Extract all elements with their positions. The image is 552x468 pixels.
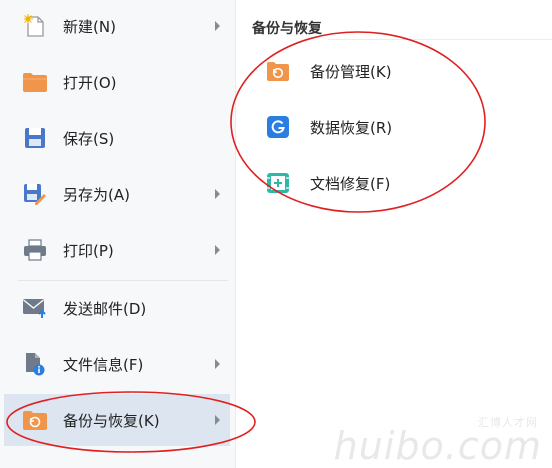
save-icon	[22, 125, 48, 151]
submenu-arrow-icon	[215, 189, 220, 199]
backup-folder-icon	[22, 407, 48, 433]
folder-open-icon	[22, 69, 48, 95]
menu-item-label: 打开(O)	[63, 73, 117, 92]
file-info-icon	[22, 351, 48, 377]
doc-repair-icon	[266, 171, 290, 195]
email-icon	[22, 295, 48, 321]
menu-item-backup-restore[interactable]: 备份与恢复(K)	[4, 394, 230, 446]
submenu-arrow-icon	[215, 415, 220, 425]
menu-item-print[interactable]: 打印(P)	[4, 224, 230, 276]
panel-title: 备份与恢复	[252, 21, 322, 37]
submenu-item-doc-repair[interactable]: 文档修复(F)	[266, 163, 486, 203]
menu-item-open[interactable]: 打开(O)	[4, 56, 230, 108]
backup-manage-icon	[266, 59, 290, 83]
menu-item-save-as[interactable]: 另存为(A)	[4, 168, 230, 220]
submenu-item-label: 备份管理(K)	[310, 62, 392, 81]
menu-item-new[interactable]: 新建(N)	[4, 0, 230, 52]
panel-title-divider	[328, 39, 552, 40]
submenu-item-backup-manage[interactable]: 备份管理(K)	[266, 51, 486, 91]
submenu-arrow-icon	[215, 245, 220, 255]
menu-divider	[18, 280, 228, 281]
menu-item-save[interactable]: 保存(S)	[4, 112, 230, 164]
submenu-arrow-icon	[215, 21, 220, 31]
data-recovery-icon	[266, 115, 290, 139]
submenu-arrow-icon	[215, 359, 220, 369]
menu-item-label: 文件信息(F)	[63, 355, 144, 374]
menu-item-send-email[interactable]: 发送邮件(D)	[4, 282, 230, 334]
menu-item-file-info[interactable]: 文件信息(F)	[4, 338, 230, 390]
menu-item-label: 打印(P)	[63, 241, 114, 260]
save-as-icon	[22, 181, 48, 207]
printer-icon	[22, 237, 48, 263]
menu-item-label: 发送邮件(D)	[63, 299, 147, 318]
submenu-item-label: 文档修复(F)	[310, 174, 391, 193]
submenu-panel: 备份与恢复 备份管理(K) 数据恢复(R) 文档修复(F)	[236, 0, 552, 468]
submenu-item-data-recovery[interactable]: 数据恢复(R)	[266, 107, 486, 147]
menu-item-label: 保存(S)	[63, 129, 115, 148]
submenu-item-label: 数据恢复(R)	[310, 118, 393, 137]
menu-item-label: 新建(N)	[63, 17, 116, 36]
new-file-icon	[22, 13, 48, 39]
menu-item-label: 备份与恢复(K)	[63, 411, 160, 430]
file-menu: 新建(N) 打开(O) 保存(S) 另存为(A) 打印(P) 发送邮件(D) 文…	[0, 0, 236, 468]
menu-item-label: 另存为(A)	[63, 185, 130, 204]
